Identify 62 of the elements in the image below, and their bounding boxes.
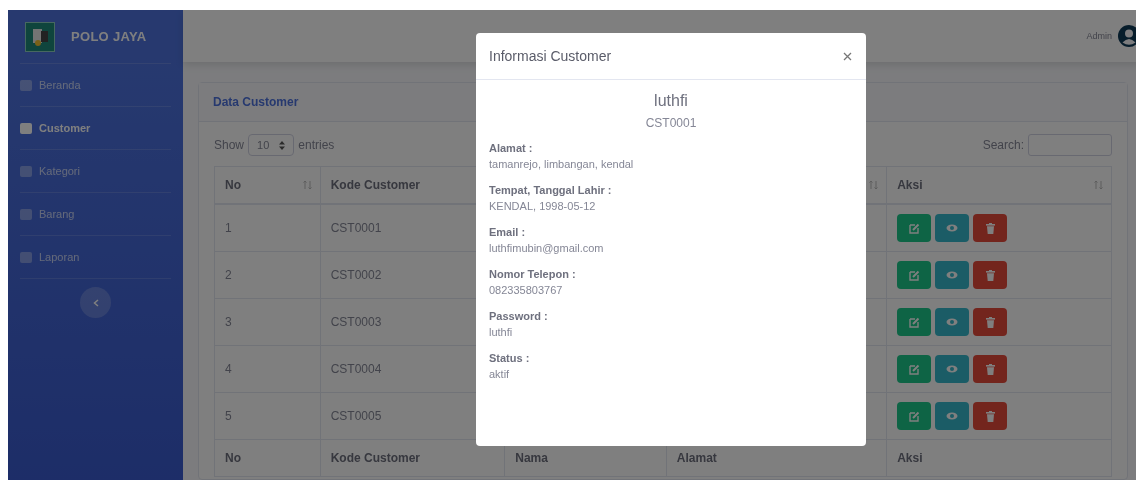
sort-icon <box>302 180 312 190</box>
show-label: Show <box>214 138 245 152</box>
table-cell: 2 <box>214 251 321 299</box>
edit-button[interactable] <box>897 308 932 336</box>
sidebar-item[interactable]: Customer <box>20 107 171 150</box>
table-cell: 1 <box>214 204 321 252</box>
edit-button[interactable] <box>897 402 932 430</box>
edit-button[interactable] <box>897 261 932 289</box>
edit-icon <box>908 363 920 375</box>
view-button[interactable] <box>935 214 970 242</box>
delete-button[interactable] <box>973 355 1008 383</box>
entries-select[interactable]: 10 <box>248 134 295 156</box>
delete-button[interactable] <box>973 261 1008 289</box>
sidebar-item[interactable]: Kategori <box>20 150 171 193</box>
column-header[interactable]: Aksi <box>886 166 1112 204</box>
entries-label: entries <box>298 138 335 152</box>
table-cell: 5 <box>214 392 321 440</box>
eye-icon <box>946 412 959 420</box>
chevron-left-icon <box>92 298 99 307</box>
sort-icon <box>1094 180 1103 190</box>
column-footer: Aksi <box>886 439 1112 477</box>
user-avatar-icon[interactable] <box>1118 25 1136 47</box>
trash-icon <box>985 410 995 422</box>
edit-icon <box>908 316 920 328</box>
modal-title: Informasi Customer <box>489 48 612 64</box>
view-button[interactable] <box>935 308 970 336</box>
column-header[interactable]: No <box>214 166 321 204</box>
caret-icon <box>279 140 286 150</box>
delete-button[interactable] <box>973 308 1008 336</box>
eye-icon <box>946 271 959 279</box>
card-title: Data Customer <box>213 95 299 109</box>
view-button[interactable] <box>935 355 970 383</box>
brand-name: POLO JAYA <box>71 29 147 44</box>
trash-icon <box>985 269 995 281</box>
delete-button[interactable] <box>973 402 1008 430</box>
view-button[interactable] <box>935 402 970 430</box>
delete-button[interactable] <box>973 214 1008 242</box>
sidebar-item[interactable]: Laporan <box>20 236 171 279</box>
edit-button[interactable] <box>897 355 932 383</box>
eye-icon <box>946 224 959 232</box>
search-label: Search: <box>982 138 1024 152</box>
column-footer: No <box>214 439 321 477</box>
field-label: Alamat : <box>489 142 534 154</box>
eye-icon <box>946 318 959 326</box>
view-button[interactable] <box>935 261 970 289</box>
trash-icon <box>985 316 995 328</box>
trash-icon <box>985 363 995 375</box>
customer-name: luthfi <box>653 92 689 110</box>
edit-icon <box>908 222 920 234</box>
sort-icon <box>869 180 879 190</box>
edit-button[interactable] <box>897 214 932 242</box>
eye-icon <box>946 365 959 373</box>
edit-icon <box>908 269 920 281</box>
close-icon <box>843 51 852 61</box>
customer-code: CST0001 <box>644 116 698 130</box>
sidebar-item[interactable]: Barang <box>20 193 171 236</box>
logo-icon <box>25 21 55 52</box>
edit-icon <box>908 410 920 422</box>
table-cell: 3 <box>214 298 321 346</box>
nav-icon <box>20 122 32 134</box>
table-cell: 4 <box>214 345 321 393</box>
trash-icon <box>985 222 995 234</box>
